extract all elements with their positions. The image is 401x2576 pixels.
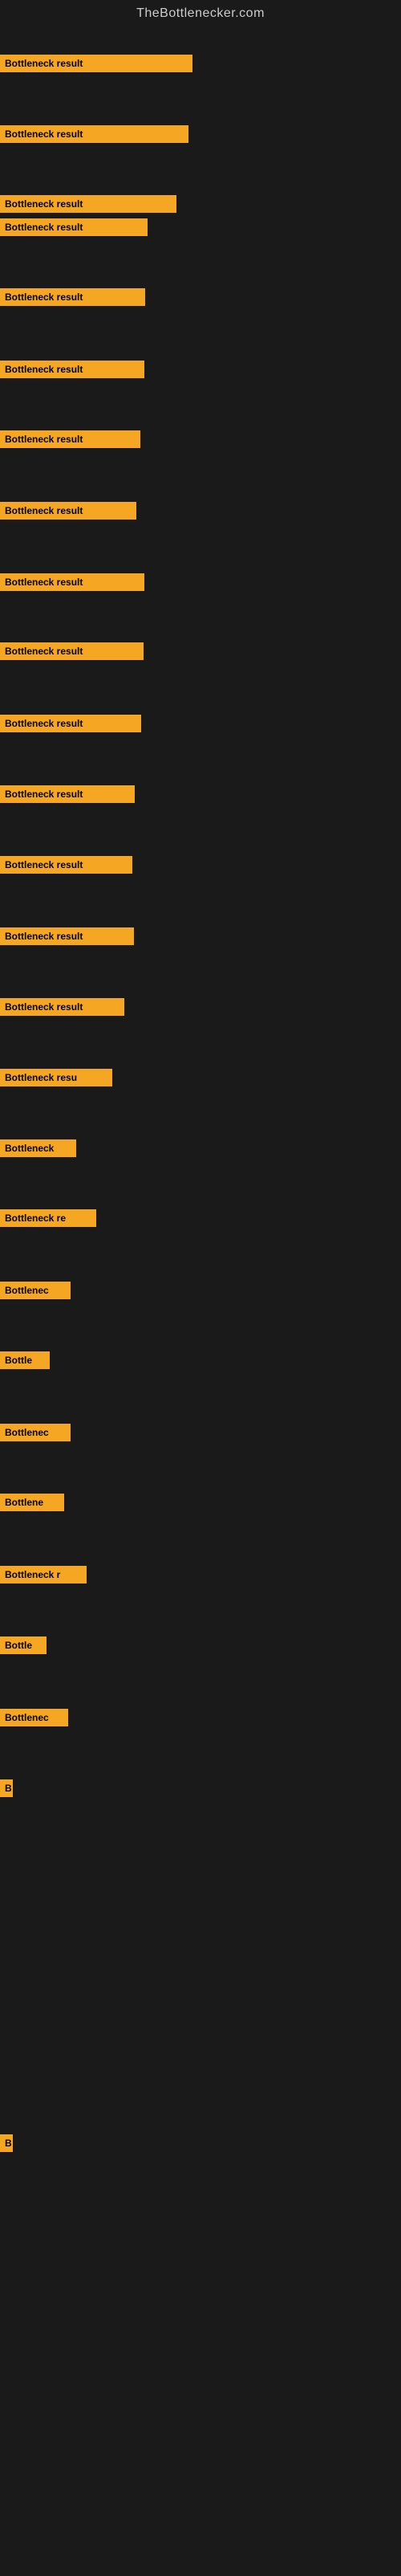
bottleneck-label-20: Bottlenec [0,1424,71,1441]
bottleneck-bar-19: Bottle [0,1351,50,1369]
bottleneck-bar-20: Bottlenec [0,1424,71,1441]
bottleneck-bar-13: Bottleneck result [0,927,134,945]
bottleneck-label-16: Bottleneck [0,1139,76,1157]
bottleneck-label-10: Bottleneck result [0,715,141,732]
bottleneck-bar-24: Bottlenec [0,1709,68,1726]
bottleneck-label-2: Bottleneck result [0,195,176,213]
bottleneck-bar-1: Bottleneck result [0,125,188,143]
bottleneck-bar-8: Bottleneck result [0,573,144,591]
bottleneck-label-25: B [0,1779,13,1797]
bottleneck-label-5: Bottleneck result [0,361,144,378]
bottleneck-bar-11: Bottleneck result [0,785,135,803]
bottleneck-bar-9: Bottleneck result [0,642,144,660]
bottleneck-bar-16: Bottleneck [0,1139,76,1157]
bottleneck-bar-18: Bottlenec [0,1282,71,1299]
bottleneck-label-0: Bottleneck result [0,55,192,72]
bottleneck-bar-3: Bottleneck result [0,218,148,236]
bottleneck-bar-30: B [0,2134,13,2152]
bottleneck-bar-10: Bottleneck result [0,715,141,732]
bottleneck-label-7: Bottleneck result [0,502,136,520]
bottleneck-bar-14: Bottleneck result [0,998,124,1016]
bottleneck-label-11: Bottleneck result [0,785,135,803]
bottleneck-label-30: B [0,2134,13,2152]
bottleneck-label-19: Bottle [0,1351,50,1369]
bottleneck-label-18: Bottlenec [0,1282,71,1299]
bottleneck-bar-7: Bottleneck result [0,502,136,520]
bottleneck-label-15: Bottleneck resu [0,1069,112,1086]
bottleneck-label-4: Bottleneck result [0,288,145,306]
bottleneck-label-9: Bottleneck result [0,642,144,660]
bottleneck-label-17: Bottleneck re [0,1209,96,1227]
bottleneck-bar-22: Bottleneck r [0,1566,87,1584]
bottleneck-bar-0: Bottleneck result [0,55,192,72]
bottleneck-label-23: Bottle [0,1636,47,1654]
bottleneck-bar-25: B [0,1779,13,1797]
bottleneck-bar-5: Bottleneck result [0,361,144,378]
bottleneck-label-8: Bottleneck result [0,573,144,591]
bottleneck-bar-2: Bottleneck result [0,195,176,213]
site-title: TheBottlenecker.com [0,0,401,31]
bottleneck-label-1: Bottleneck result [0,125,188,143]
bottleneck-bar-17: Bottleneck re [0,1209,96,1227]
bottleneck-label-12: Bottleneck result [0,856,132,874]
bottleneck-bar-6: Bottleneck result [0,430,140,448]
bottleneck-label-24: Bottlenec [0,1709,68,1726]
bottleneck-bar-12: Bottleneck result [0,856,132,874]
bottleneck-label-22: Bottleneck r [0,1566,87,1584]
bottleneck-label-6: Bottleneck result [0,430,140,448]
bottleneck-bar-15: Bottleneck resu [0,1069,112,1086]
bottleneck-label-13: Bottleneck result [0,927,134,945]
bottleneck-bar-23: Bottle [0,1636,47,1654]
bottleneck-bar-4: Bottleneck result [0,288,145,306]
bottleneck-bar-21: Bottlene [0,1494,64,1511]
bottleneck-label-3: Bottleneck result [0,218,148,236]
bottleneck-label-14: Bottleneck result [0,998,124,1016]
bottleneck-label-21: Bottlene [0,1494,64,1511]
